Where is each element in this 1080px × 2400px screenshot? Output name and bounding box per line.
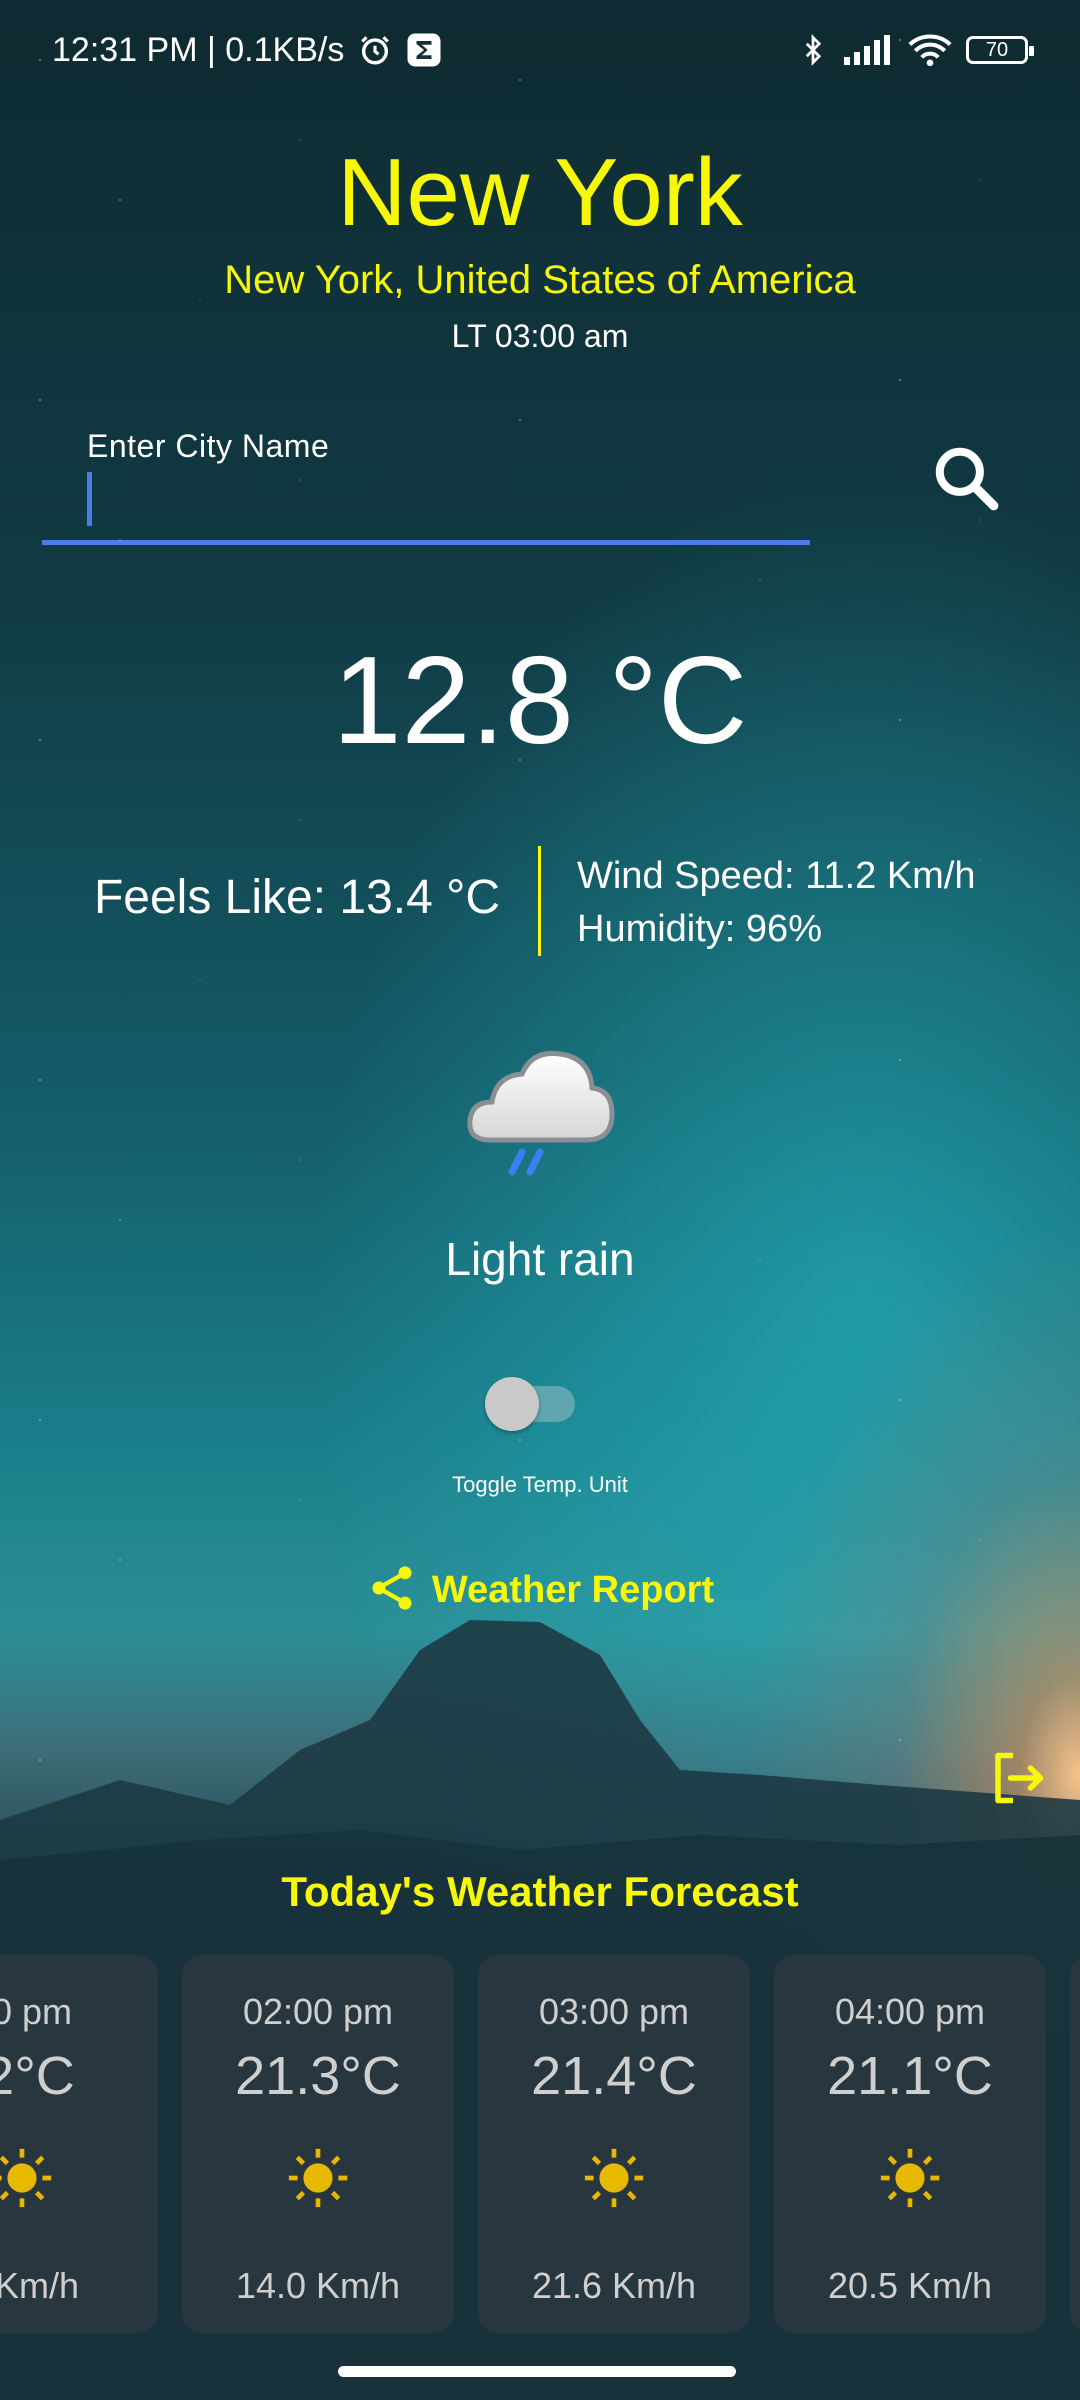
weather-condition: Light rain [445,1233,635,1285]
toggle-thumb [485,1377,539,1431]
forecast-list[interactable]: 00 pm .2°C 9 Km/h 02:00 pm 21.3°C 14.0 K… [0,1955,1080,2333]
current-temperature: 12.8 °C [332,632,748,770]
share-icon [366,1560,418,1621]
local-time: LT 03:00 am [451,318,629,354]
forecast-temp: .2°C [0,2046,75,2106]
forecast-temp: 21.3°C [235,2046,401,2106]
sun-icon [774,2143,1046,2213]
forecast-wind: 9 Km/h [0,2265,80,2306]
battery-level: 70 [985,38,1009,61]
humidity: Humidity: 96% [577,908,822,950]
forecast-card[interactable]: 02:00 pm 21.3°C 14.0 Km/h [182,1955,454,2333]
sigma-icon [406,32,442,68]
forecast-wind: 21.6 Km/h [531,2265,697,2306]
city-name-input[interactable] [84,468,808,540]
home-indicator[interactable] [338,2366,736,2377]
forecast-card-partial[interactable] [1070,1955,1080,2333]
forecast-wind: 20.5 Km/h [827,2265,993,2306]
status-bar-right: 70 [798,32,1034,68]
city-title: New York [337,139,743,246]
bluetooth-icon [798,32,828,68]
forecast-card[interactable]: 03:00 pm 21.4°C 21.6 Km/h [478,1955,750,2333]
status-bar: 12:31 PM | 0.1KB/s 70 [0,0,1080,100]
signal-icon [842,35,894,65]
stats-divider [538,846,541,956]
temp-unit-toggle[interactable] [485,1370,577,1431]
sun-icon [182,2143,454,2213]
forecast-card[interactable]: 00 pm .2°C 9 Km/h [0,1955,158,2333]
weather-report-label: Weather Report [431,1569,715,1611]
wifi-icon [908,33,952,67]
forecast-temp: 21.4°C [531,2046,697,2106]
city-search-field[interactable]: Enter City Name [42,420,810,550]
search-underline [42,540,810,545]
forecast-time: 02:00 pm [242,1991,394,2032]
forecast-temp: 21.1°C [827,2046,993,2106]
forecast-time: 03:00 pm [538,1991,690,2032]
forecast-time: 00 pm [0,1991,73,2032]
sun-icon [0,2143,158,2213]
forecast-title: Today's Weather Forecast [281,1868,799,1915]
forecast-wind: 14.0 Km/h [235,2265,401,2306]
text-caret [87,472,92,526]
forecast-card[interactable]: 04:00 pm 21.1°C 20.5 Km/h [774,1955,1046,2333]
status-time-speed: 12:31 PM | 0.1KB/s [52,30,345,69]
region-subtitle: New York, United States of America [224,258,856,302]
logout-icon [988,1752,1048,1812]
search-icon [929,441,1003,520]
forecast-time: 04:00 pm [834,1991,986,2032]
toggle-label: Toggle Temp. Unit [452,1472,628,1497]
battery-icon: 70 [966,36,1034,64]
wind-speed: Wind Speed: 11.2 Km/h [577,855,976,897]
weather-report-button[interactable]: Weather Report [0,1560,1080,1621]
status-bar-left: 12:31 PM | 0.1KB/s [52,31,442,70]
search-button[interactable] [916,430,1016,530]
logout-button[interactable] [988,1748,1048,1808]
search-label: Enter City Name [87,428,330,464]
alarm-icon [358,33,392,67]
sun-icon [478,2143,750,2213]
feels-like: Feels Like: 13.4 °C [93,871,500,924]
light-rain-cloud-icon [460,1040,620,1190]
